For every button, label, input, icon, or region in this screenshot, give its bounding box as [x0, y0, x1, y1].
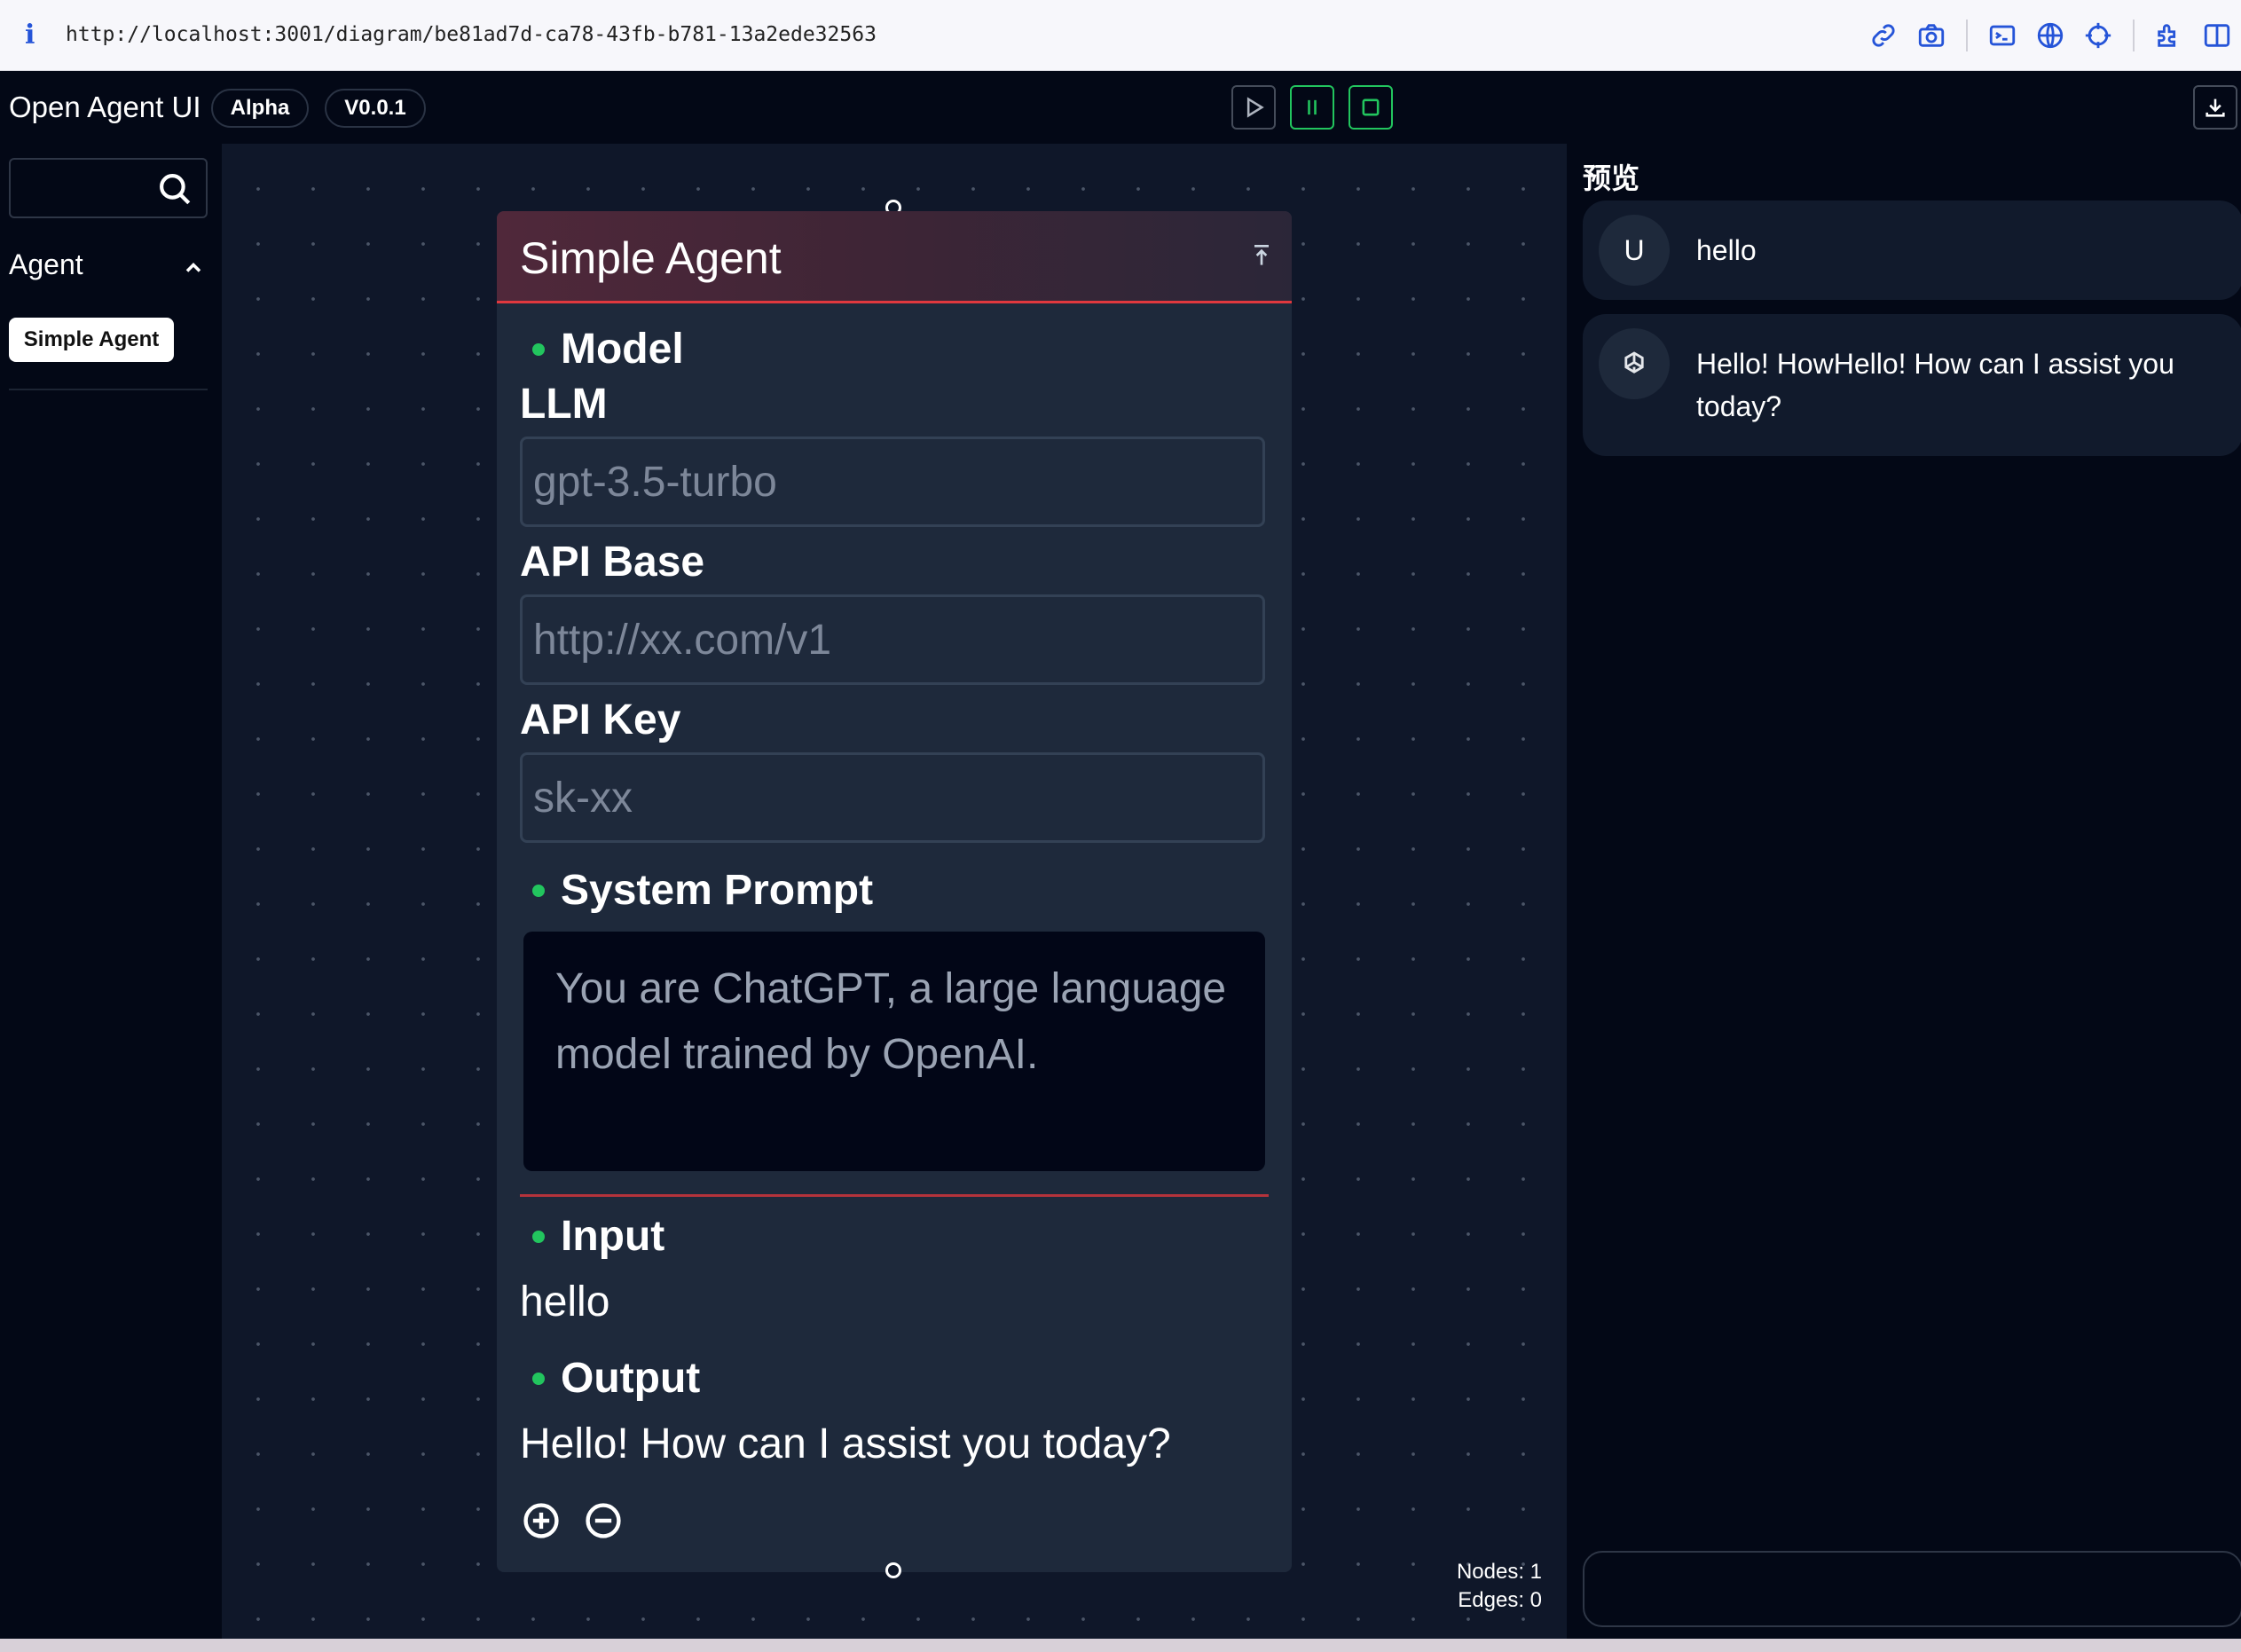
- input-value: hello: [520, 1278, 610, 1326]
- link-icon[interactable]: [1864, 16, 1903, 55]
- agent-node[interactable]: Simple Agent Model LLM API Base API Key …: [497, 211, 1292, 1572]
- browser-tools: [1860, 16, 2241, 55]
- api-base-input[interactable]: [520, 594, 1265, 685]
- nodes-count: Nodes: 1: [1456, 1560, 1542, 1584]
- model-section-title: Model: [561, 326, 684, 373]
- diagram-canvas[interactable]: Simple Agent Model LLM API Base API Key …: [222, 144, 1567, 1639]
- system-prompt-title: System Prompt: [561, 867, 874, 914]
- status-dot: [532, 342, 545, 356]
- output-section-title: Output: [561, 1355, 701, 1402]
- llm-label: LLM: [520, 381, 608, 428]
- alpha-badge: Alpha: [211, 89, 309, 128]
- node-output-handle[interactable]: [885, 1562, 901, 1578]
- node-header[interactable]: Simple Agent: [497, 211, 1292, 303]
- app-title: Open Agent UI: [9, 90, 201, 123]
- sidebar: Agent Simple Agent: [0, 144, 222, 1652]
- status-dot: [532, 884, 545, 897]
- search-input[interactable]: [11, 160, 144, 213]
- input-section-title: Input: [561, 1213, 665, 1260]
- user-avatar: U: [1599, 215, 1670, 286]
- terminal-icon[interactable]: [1983, 16, 2022, 55]
- version-badge: V0.0.1: [325, 89, 426, 128]
- search-icon[interactable]: [156, 170, 193, 212]
- extension-icon[interactable]: [2150, 16, 2189, 55]
- status-dot: [532, 1372, 545, 1385]
- plus-circle-icon: [523, 1503, 559, 1538]
- node-divider: [520, 1194, 1269, 1197]
- api-key-input[interactable]: [520, 752, 1265, 843]
- run-button[interactable]: [1231, 85, 1276, 130]
- search-box: [9, 158, 208, 218]
- stop-icon: [1362, 98, 1380, 116]
- chat-input-box: [1583, 1551, 2241, 1627]
- pause-icon: [1308, 99, 1317, 115]
- llm-input[interactable]: [520, 437, 1265, 527]
- browser-toolbar: i http://localhost:3001/diagram/be81ad7d…: [0, 0, 2241, 71]
- message-text: hello: [1696, 234, 1757, 266]
- chat-message-user: U hello: [1583, 201, 2241, 300]
- download-icon: [2206, 98, 2225, 117]
- output-section: Output: [532, 1354, 700, 1403]
- system-prompt-section: System Prompt: [532, 866, 873, 915]
- chat-message-assistant: Hello! HowHello! How can I assist you to…: [1583, 314, 2241, 456]
- preview-title: 预览: [1583, 162, 1640, 194]
- input-section: Input: [532, 1212, 664, 1261]
- model-section: Model: [532, 325, 684, 374]
- sidebar-divider: [9, 389, 208, 390]
- collapse-icon[interactable]: [1247, 241, 1276, 274]
- system-prompt-textarea[interactable]: You are ChatGPT, a large language model …: [523, 932, 1265, 1171]
- sidebar-item-simple-agent[interactable]: Simple Agent: [9, 318, 174, 362]
- node-title: Simple Agent: [520, 233, 782, 283]
- openai-icon: [1624, 351, 1644, 374]
- message-text: Hello! HowHello! How can I assist you to…: [1696, 348, 2174, 422]
- sidebar-toggle-icon[interactable]: [2198, 16, 2237, 55]
- play-icon: [1246, 97, 1264, 118]
- agent-section-title[interactable]: Agent: [9, 248, 83, 281]
- output-value: Hello! How can I assist you today?: [520, 1420, 1171, 1467]
- address-bar[interactable]: http://localhost:3001/diagram/be81ad7d-c…: [66, 23, 877, 46]
- add-field-button[interactable]: [522, 1501, 561, 1545]
- chevron-up-icon[interactable]: [181, 256, 206, 285]
- status-dot: [532, 1230, 545, 1243]
- app-header: Open Agent UI Alpha V0.0.1: [0, 71, 2241, 144]
- site-info-icon[interactable]: i: [25, 20, 35, 51]
- remove-field-button[interactable]: [584, 1501, 623, 1545]
- download-button[interactable]: [2193, 85, 2237, 130]
- chat-input[interactable]: [1584, 1553, 2241, 1625]
- assistant-avatar: [1599, 328, 1670, 399]
- globe-icon[interactable]: [2031, 16, 2070, 55]
- stop-button[interactable]: [1349, 85, 1393, 130]
- camera-icon[interactable]: [1912, 16, 1951, 55]
- toolbar-separator: [1966, 20, 1968, 51]
- crosshair-icon[interactable]: [2079, 16, 2118, 55]
- pause-button[interactable]: [1290, 85, 1334, 130]
- api-base-label: API Base: [520, 539, 705, 586]
- api-key-label: API Key: [520, 696, 681, 743]
- edges-count: Edges: 0: [1458, 1588, 1542, 1612]
- minus-circle-icon: [586, 1503, 621, 1538]
- preview-panel: 预览 U hello Hello! HowHello! How can I as…: [1567, 144, 2241, 1639]
- toolbar-separator: [2133, 20, 2135, 51]
- window-bottom-edge: [0, 1639, 2241, 1652]
